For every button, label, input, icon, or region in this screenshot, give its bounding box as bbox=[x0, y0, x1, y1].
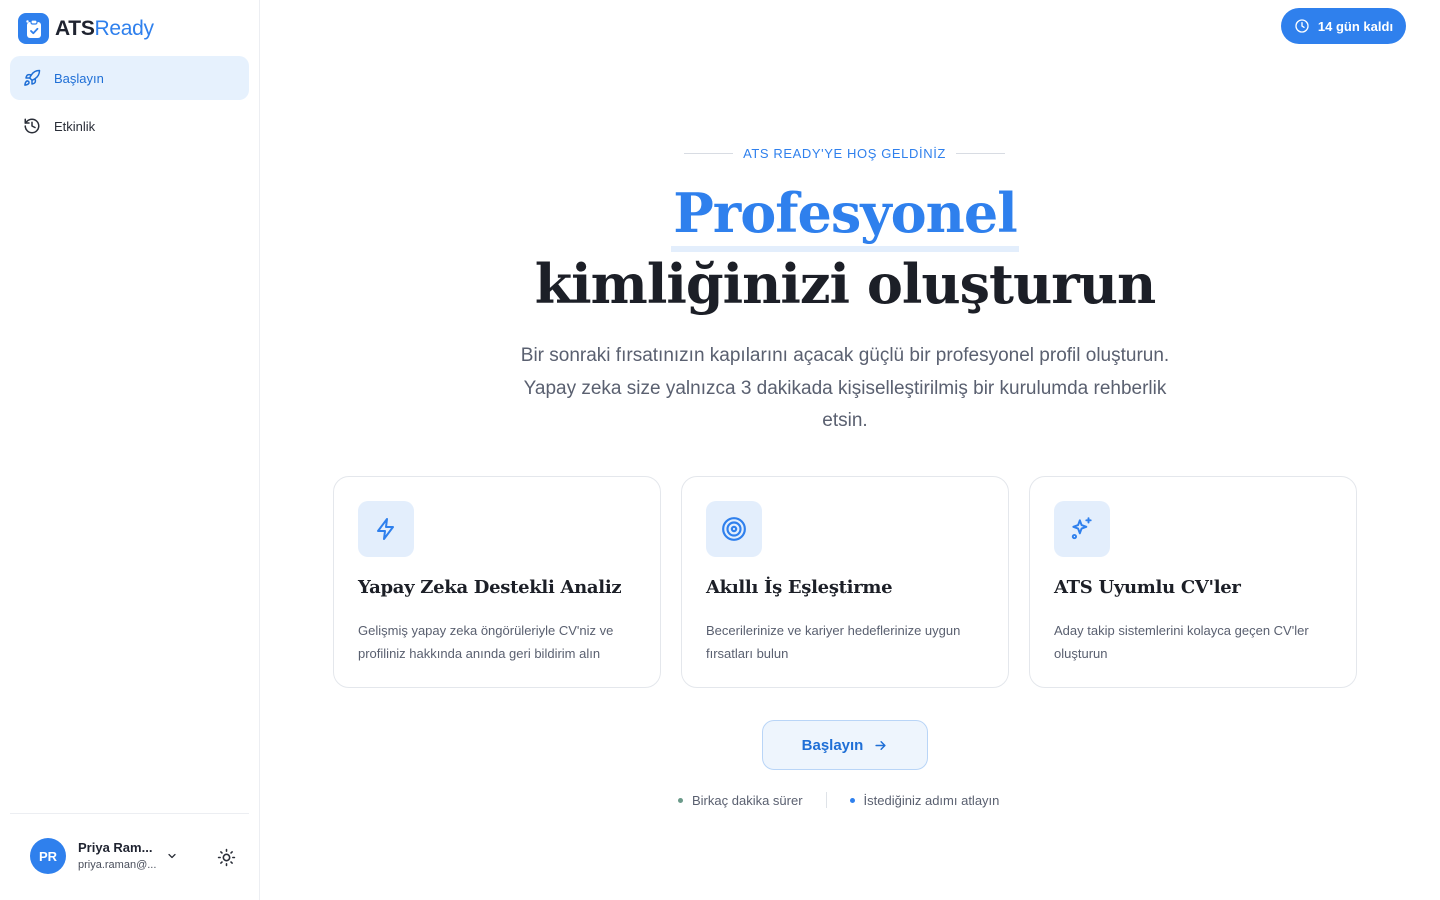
hints: Birkaç dakika sürer İstediğiniz adımı at… bbox=[678, 791, 999, 809]
page-subtitle: Bir sonraki fırsatınızın kapılarını açac… bbox=[520, 345, 1170, 431]
brand-logo[interactable]: ATSReady bbox=[18, 12, 154, 45]
hint-label: İstediğiniz adımı atlayın bbox=[863, 792, 1000, 808]
hint-label: Birkaç dakika sürer bbox=[692, 792, 803, 808]
sidebar-item-label: Etkinlik bbox=[54, 118, 96, 134]
get-started-label: Başlayın bbox=[801, 736, 864, 754]
hint-skip: İstediğiniz adımı atlayın bbox=[849, 792, 1000, 808]
chevron-down-icon[interactable] bbox=[165, 849, 179, 863]
target-icon bbox=[706, 501, 762, 557]
feature-card-ai-analysis: Yapay Zeka Destekli Analiz Gelişmiş yapa… bbox=[333, 476, 661, 688]
trial-days-badge[interactable]: 14 gün kaldı bbox=[1281, 8, 1406, 44]
lightning-icon bbox=[358, 501, 414, 557]
welcome-eyebrow: ATS READY'YE HOŞ GELDİNİZ bbox=[684, 144, 1006, 162]
divider bbox=[684, 152, 734, 154]
feature-description: Becerilerinize ve kariyer hedeflerinize … bbox=[706, 623, 961, 661]
status-dot bbox=[849, 797, 855, 803]
feature-card-job-matching: Akıllı İş Eşleştirme Becerilerinize ve k… bbox=[681, 476, 1009, 688]
user-email: priya.raman@... bbox=[78, 859, 156, 871]
brand-name-part1: ATS bbox=[55, 16, 95, 40]
feature-card-ats-cv: ATS Uyumlu CV'ler Aday takip sistemlerin… bbox=[1029, 476, 1357, 688]
sidebar-item-baslayin[interactable]: Başlayın bbox=[10, 56, 249, 100]
feature-title: ATS Uyumlu CV'ler bbox=[1054, 577, 1241, 598]
feature-description: Gelişmiş yapay zeka öngörüleriyle CV'niz… bbox=[358, 623, 614, 661]
app: ATSReady Başlayın Etkinlik PR Priya Ram.… bbox=[0, 0, 1440, 900]
clipboard-check-icon bbox=[18, 13, 49, 44]
page-title: Profesyonel kimliğinizi oluşturun bbox=[440, 180, 1250, 318]
get-started-button[interactable]: Başlayın bbox=[762, 720, 928, 770]
feature-title: Yapay Zeka Destekli Analiz bbox=[358, 577, 622, 598]
history-icon bbox=[23, 117, 41, 135]
feature-cards: Yapay Zeka Destekli Analiz Gelişmiş yapa… bbox=[333, 476, 1357, 688]
clock-icon bbox=[1294, 18, 1310, 34]
hint-duration: Birkaç dakika sürer bbox=[678, 793, 803, 808]
sidebar-nav: Başlayın Etkinlik bbox=[10, 56, 249, 152]
feature-title: Akıllı İş Eşleştirme bbox=[706, 577, 893, 598]
page-title-highlight: Profesyonel bbox=[671, 180, 1019, 252]
status-dot bbox=[678, 797, 683, 803]
feature-description: Aday takip sistemlerini kolayca geçen CV… bbox=[1054, 623, 1309, 661]
avatar[interactable]: PR bbox=[30, 838, 66, 874]
user-panel: PR Priya Ram... priya.raman@... bbox=[10, 813, 249, 900]
rocket-icon bbox=[23, 69, 41, 87]
sidebar: ATSReady Başlayın Etkinlik PR Priya Ram.… bbox=[0, 0, 260, 900]
brand-name-part2: Ready bbox=[94, 16, 155, 40]
page-title-line2: kimliğinizi oluşturun bbox=[534, 252, 1157, 316]
sun-icon[interactable] bbox=[216, 847, 236, 867]
sidebar-item-label: Başlayın bbox=[54, 70, 104, 86]
arrow-right-icon bbox=[873, 738, 888, 753]
divider bbox=[955, 152, 1006, 154]
sparkles-icon bbox=[1054, 501, 1110, 557]
brand-name: ATSReady bbox=[55, 17, 154, 41]
trial-label: 14 gün kaldı bbox=[1317, 18, 1394, 34]
user-name[interactable]: Priya Ram... bbox=[78, 840, 156, 855]
sidebar-item-etkinlik[interactable]: Etkinlik bbox=[10, 104, 249, 148]
eyebrow-text: ATS READY'YE HOŞ GELDİNİZ bbox=[743, 145, 946, 161]
divider bbox=[825, 792, 827, 808]
